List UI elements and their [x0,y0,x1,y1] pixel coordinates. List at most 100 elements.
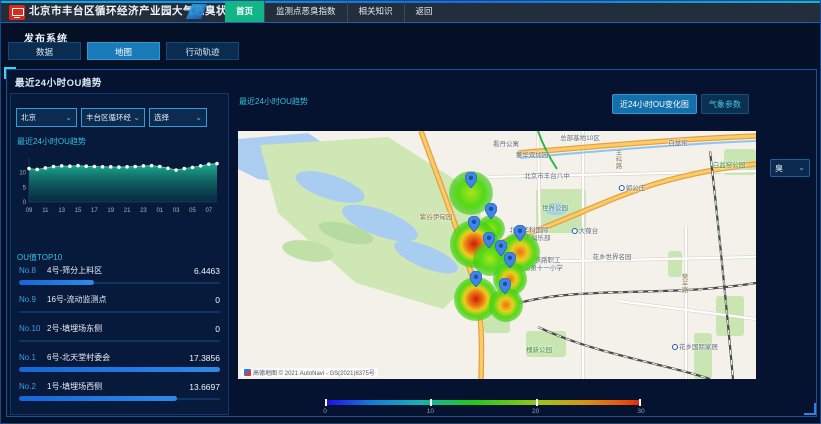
site-value: 6.4463 [194,266,220,276]
chevron-down-icon: ⌄ [133,115,140,121]
svg-text:15: 15 [75,208,82,214]
nav-item-3[interactable]: 返回 [404,1,444,22]
chevron-down-icon: ⌄ [798,165,805,171]
map-pin-icon[interactable] [499,278,511,299]
publish-tab-1[interactable]: 地图 [87,42,160,60]
map-label-15: 花乡世界名园 [593,251,632,261]
map-label-3: 白盆窑 [668,137,688,147]
site-name: 16号-流动监测点 [47,294,215,305]
publish-tabs: 数据地图行动轨迹 [8,42,239,60]
progress-track [19,311,220,313]
site-value: 17.3856 [189,353,220,363]
svg-text:21: 21 [124,208,131,214]
rank-label: No.1 [19,353,41,362]
chart-label: 最近24小时OU趋势 [17,136,86,147]
map-button-0[interactable]: 近24小时OU变化图 [612,94,697,114]
map-pin-icon[interactable] [483,232,495,253]
rank-label: No.2 [19,382,41,391]
dashboard-screen: 北京市丰台区循环经济产业园大气恶臭状况实时 首页监测点恶臭指数相关知识返回 发布… [0,0,821,424]
chevron-down-icon: ⌄ [195,115,202,121]
metro-station-icon [672,344,678,350]
svg-text:01: 01 [156,208,163,214]
app-logo-icon [9,5,25,20]
nav-item-0[interactable]: 首页 [225,1,264,22]
progress-track [19,369,220,371]
svg-text:0: 0 [23,200,27,206]
site-name: 1号-填埋场西侧 [47,381,189,392]
legend-tick-label: 10 [427,408,434,415]
map-label-18: 花乡国际家居 [672,341,718,351]
top-row-line: No.10 2号-填埋场东侧0 [19,323,220,334]
top-list-row[interactable]: No.10 2号-填埋场东侧0 [11,321,228,350]
svg-text:23: 23 [140,208,147,214]
progress-fill [19,280,94,285]
legend-tick-label: 0 [323,408,327,415]
map-pin-icon[interactable] [485,203,497,224]
main-nav: 首页监测点恶臭指数相关知识返回 [225,1,444,22]
top-list: No.84号-筛分上料区6.4463 No.9 16号-流动监测点 0 No.10 2号-… [11,263,228,408]
map-label-2: 总部基地10区 [560,132,600,142]
map-pin-icon[interactable] [470,271,482,292]
svg-text:03: 03 [173,208,180,214]
map-label-17: 槐新公园 [526,344,552,354]
legend-tick-label: 20 [532,408,539,415]
filter-selects: 北京⌄丰台区循环经济产⌄选择⌄ [16,108,207,127]
map-button-1[interactable]: 气象参数 [701,94,749,114]
legend-tick-mark [639,399,641,406]
metro-station-icon [572,228,578,234]
top-list-row[interactable]: No.1 6号-北天堂村委会17.3856 [11,350,228,379]
map-label-8: 世界公园 [542,202,568,212]
legend-tick-mark [325,399,327,406]
rank-label: No.9 [19,295,41,304]
progress-fill [19,367,220,372]
rank-label: No.10 [19,324,41,333]
publish-tab-2[interactable]: 行动轨迹 [166,42,239,60]
map-attribution: 高德地图 © 2021 AutoNavi - GS(2021)6375号 [241,368,378,377]
map-label-10: 紫谷伊甸园 [420,211,453,221]
map-label-16: 樊羊路 [678,273,688,293]
site-name: 2号-填埋场东侧 [47,323,215,334]
top-list-row[interactable]: No.84号-筛分上料区6.4463 [11,263,228,292]
map-label-5: 北京市丰台八中 [524,170,570,180]
layer-select-value: 臭 [775,163,783,174]
top-row-line: No.916号-流动监测点0 [19,294,220,305]
map-label-9: 大葆台 [572,225,599,235]
chevron-down-icon: ⌄ [65,115,72,121]
map-label-6: 丰科路 [612,149,622,169]
nav-item-2[interactable]: 相关知识 [347,1,404,22]
select-value: 北京 [21,112,36,123]
top-row-line: No.1 6号-北天堂村委会17.3856 [19,352,220,363]
panel-title: 最近24小时OU趋势 [15,75,102,89]
site-value: 0 [215,324,220,334]
map-label-1: 董华双加园 [516,149,549,159]
map-pin-icon[interactable] [514,225,526,246]
panel-corner-accent-br [804,403,816,415]
map-canvas[interactable]: 高德地图 © 2021 AutoNavi - GS(2021)6375号 看丹公… [238,131,756,379]
svg-text:17: 17 [91,208,98,214]
top-list-row[interactable]: No.916号-流动监测点0 [11,292,228,321]
map-panel: 最近24小时OU趋势 近24小时OU变化图气象参数 [233,91,816,415]
legend-tick-label: 30 [637,408,644,415]
nav-item-1[interactable]: 监测点恶臭指数 [264,1,347,22]
filter-select-0[interactable]: 北京 ⌄ [16,108,77,127]
filter-select-1[interactable]: 丰台区循环经济产⌄ [81,108,145,127]
map-pin-icon[interactable] [468,216,480,237]
top-list-row[interactable]: No.21号-填埋场西侧13.6697 [11,379,228,408]
map-attribution-text: 高德地图 © 2021 AutoNavi - GS(2021)6375号 [253,368,375,377]
svg-text:07: 07 [205,208,212,214]
map-layer-select[interactable]: 臭 ⌄ [770,159,810,177]
svg-text:10: 10 [19,171,26,177]
metro-station-icon [619,185,625,191]
svg-text:5: 5 [23,185,27,191]
progress-track [19,340,220,342]
site-name: 4号-筛分上料区 [47,265,194,276]
progress-track [19,398,220,400]
publish-tab-0[interactable]: 数据 [8,42,81,60]
site-name: 6号-北天堂村委会 [47,352,189,363]
map-pin-icon[interactable] [465,172,477,193]
map-pin-icon[interactable] [504,252,516,273]
filter-select-2[interactable]: 选择 ⌄ [149,108,207,127]
select-value: 选择 [154,112,169,123]
legend-tick-mark [536,399,538,406]
svg-text:19: 19 [107,208,114,214]
